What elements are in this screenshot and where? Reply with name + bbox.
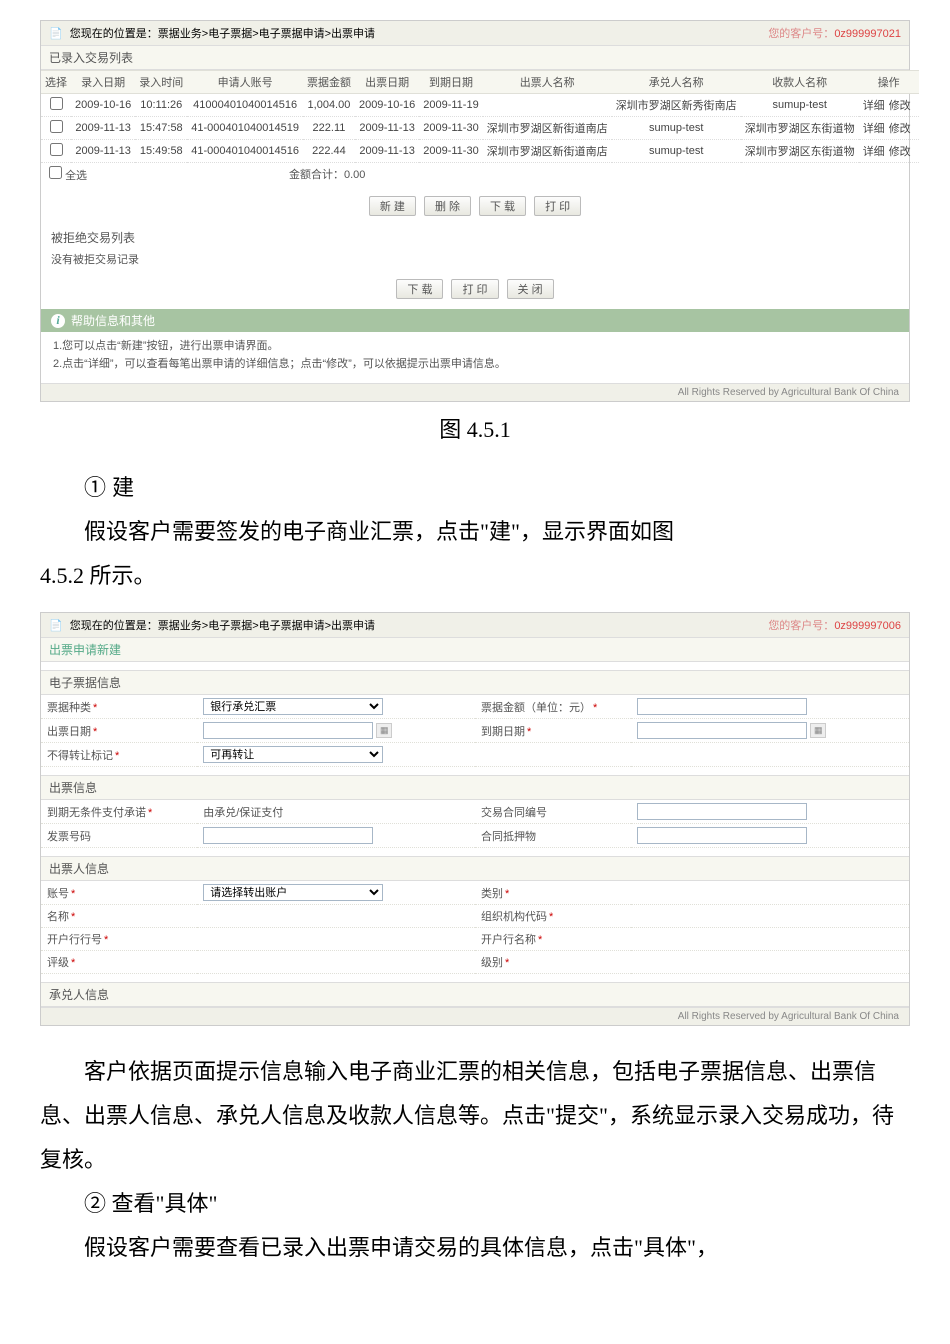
table-header: 录入时间 <box>135 71 187 94</box>
breadcrumb: 您现在的位置是：票据业务>电子票据>电子票据申请>出票申请 <box>70 28 375 40</box>
header-bar-2: 📄 您现在的位置是：票据业务>电子票据>电子票据申请>出票申请 您的客户号：0z… <box>41 613 909 637</box>
action-button[interactable]: 下 载 <box>396 279 443 299</box>
breadcrumb-2: 您现在的位置是：票据业务>电子票据>电子票据申请>出票申请 <box>70 620 375 632</box>
table-header: 录入日期 <box>71 71 135 94</box>
op-link[interactable]: 详细 <box>863 146 885 158</box>
row-checkbox[interactable] <box>50 97 63 110</box>
op-link[interactable]: 详细 <box>863 100 885 112</box>
button-row-mid: 新 建删 除下 载打 印 <box>41 186 909 226</box>
table-header: 承兑人名称 <box>612 71 741 94</box>
no-rejected-msg: 没有被拒交易记录 <box>41 249 909 269</box>
step-1-marker: ① 建 <box>84 475 134 500</box>
op-link[interactable]: 修改 <box>889 146 911 158</box>
doc2-p3: 假设客户需要查看已录入出票申请交易的具体信息，点击"具体"， <box>40 1226 910 1270</box>
table-header: 出票日期 <box>355 71 419 94</box>
calendar-icon[interactable]: ▦ <box>376 723 392 738</box>
section-bill-info: 电子票据信息 <box>41 670 909 695</box>
action-button[interactable]: 打 印 <box>534 196 581 216</box>
op-link[interactable]: 修改 <box>889 123 911 135</box>
invoice-input[interactable] <box>203 827 373 844</box>
tab-new-apply[interactable]: 出票申请新建 <box>41 637 909 662</box>
select-all-checkbox[interactable] <box>49 166 62 179</box>
document-body-2: 客户依据页面提示信息输入电子商业汇票的相关信息，包括电子票据信息、出票信息、出票… <box>0 1050 950 1270</box>
button-row-low: 下 载打 印关 闭 <box>41 269 909 309</box>
op-link[interactable]: 详细 <box>863 123 885 135</box>
bill-info-form: 票据种类* 银行承兑汇票 票据金额（单位：元）* 出票日期* ▦ 到期日期* ▦… <box>41 695 909 767</box>
tips-header: i 帮助信息和其他 <box>41 309 909 332</box>
op-link[interactable]: 修改 <box>889 100 911 112</box>
customer-id-2: 您的客户号：0z999997006 <box>768 617 901 633</box>
tips-body: 1.您可以点击“新建”按钮，进行出票申请界面。2.点击“详细”，可以查看每笔出票… <box>41 332 909 383</box>
pledge-input[interactable] <box>637 827 807 844</box>
issue-date-input[interactable] <box>203 722 373 739</box>
info-icon: i <box>51 314 65 328</box>
doc2-p2: ② 查看"具体" <box>40 1182 910 1226</box>
header-bar: 📄 您现在的位置是：票据业务>电子票据>电子票据申请>出票申请 您的客户号：0z… <box>41 21 909 45</box>
table-header: 申请人账号 <box>187 71 303 94</box>
doc2-p1: 客户依据页面提示信息输入电子商业汇票的相关信息，包括电子票据信息、出票信息、出票… <box>40 1050 910 1182</box>
drawer-info-form: 账号* 请选择转出账户 类别* 名称* 组织机构代码* 开户行行号* 开户行名称… <box>41 881 909 974</box>
action-button[interactable]: 关 闭 <box>507 279 554 299</box>
calendar-icon[interactable]: ▦ <box>810 723 826 738</box>
row-checkbox[interactable] <box>50 120 63 133</box>
action-button[interactable]: 新 建 <box>369 196 416 216</box>
section-acceptor-info: 承兑人信息 <box>41 982 909 1007</box>
breadcrumb-icon: 📄 <box>49 27 63 40</box>
tip-line: 1.您可以点击“新建”按钮，进行出票申请界面。 <box>53 338 897 356</box>
amount-input[interactable] <box>637 698 807 715</box>
table-header: 出票人名称 <box>483 71 612 94</box>
section-rejected-title: 被拒绝交易列表 <box>41 226 909 249</box>
due-date-input[interactable] <box>637 722 807 739</box>
entered-table: 选择录入日期录入时间申请人账号票据金额出票日期到期日期出票人名称承兑人名称收款人… <box>41 70 919 163</box>
table-header: 选择 <box>41 71 71 94</box>
contract-input[interactable] <box>637 803 807 820</box>
drawer-account-select[interactable]: 请选择转出账户 <box>203 884 383 901</box>
row-checkbox[interactable] <box>50 143 63 156</box>
table-row: 2009-11-1315:47:5841-000401040014519222.… <box>41 117 919 140</box>
footer-bar-2: All Rights Reserved by Agricultural Bank… <box>41 1007 909 1025</box>
total-row: 全选 金额合计：0.00 <box>41 163 909 186</box>
footer-bar: All Rights Reserved by Agricultural Bank… <box>41 383 909 401</box>
no-transfer-select[interactable]: 可再转让 <box>203 746 383 763</box>
customer-id: 您的客户号：0z999997021 <box>768 25 901 41</box>
section-issue-info: 出票信息 <box>41 775 909 800</box>
table-header: 到期日期 <box>419 71 482 94</box>
breadcrumb-icon: 📄 <box>49 619 63 632</box>
issue-info-form: 到期无条件支付承诺* 由承兑/保证支付 交易合同编号 发票号码 合同抵押物 <box>41 800 909 848</box>
table-row: 2009-11-1315:49:5841-000401040014516222.… <box>41 140 919 163</box>
document-body-1: ① 建 假设客户需要签发的电子商业汇票，点击"建"，显示界面如图 4.5.2 所… <box>0 466 950 598</box>
screenshot-2: 📄 您现在的位置是：票据业务>电子票据>电子票据申请>出票申请 您的客户号：0z… <box>40 612 910 1026</box>
table-header: 收款人名称 <box>741 71 859 94</box>
action-button[interactable]: 打 印 <box>451 279 498 299</box>
table-row: 2009-10-1610:11:26410004010400145161,004… <box>41 94 919 117</box>
table-header: 操作 <box>859 71 919 94</box>
doc-p2: 假设客户需要签发的电子商业汇票，点击"建"，显示界面如图 <box>40 510 910 554</box>
tip-line: 2.点击“详细”，可以查看每笔出票申请的详细信息；点击“修改”，可以依据提示出票… <box>53 356 897 374</box>
action-button[interactable]: 下 载 <box>479 196 526 216</box>
bill-type-select[interactable]: 银行承兑汇票 <box>203 698 383 715</box>
section-entered-title: 已录入交易列表 <box>41 45 909 70</box>
action-button[interactable]: 删 除 <box>424 196 471 216</box>
table-header: 票据金额 <box>303 71 355 94</box>
section-drawer-info: 出票人信息 <box>41 856 909 881</box>
doc-p3: 4.5.2 所示。 <box>40 554 910 598</box>
figure-caption-1: 图 4.5.1 <box>0 412 950 444</box>
screenshot-1: 📄 您现在的位置是：票据业务>电子票据>电子票据申请>出票申请 您的客户号：0z… <box>40 20 910 402</box>
